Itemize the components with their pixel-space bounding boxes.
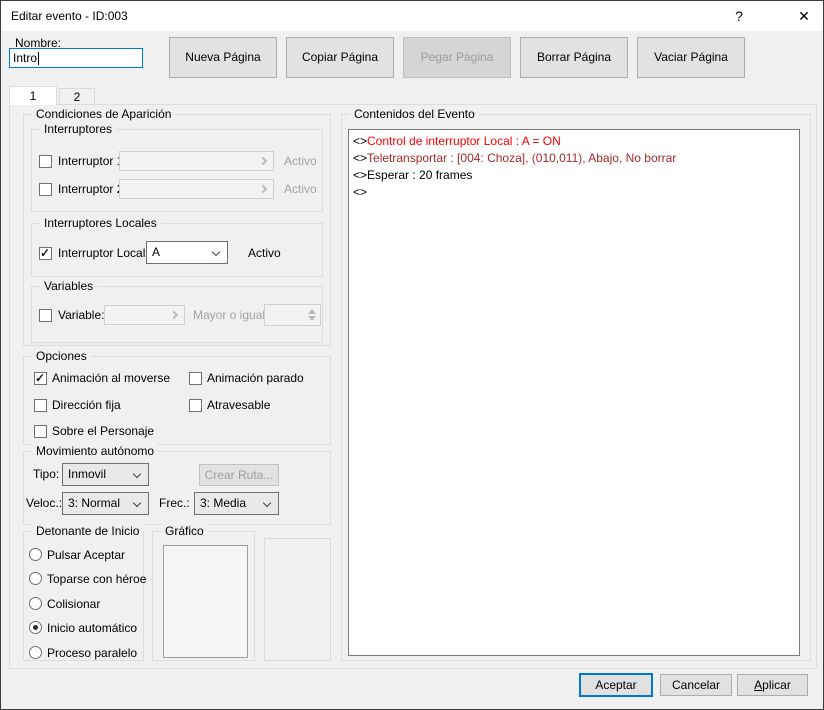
spinner-up-icon (308, 309, 316, 314)
event-command-line[interactable]: <>Control de interruptor Local : A = ON (353, 133, 795, 150)
chevron-right-icon (170, 311, 178, 319)
fixed-direction-label: Dirección fija (52, 398, 121, 412)
above-player-checkbox[interactable] (34, 425, 47, 438)
trigger-autorun-label: Inicio automático (47, 621, 137, 635)
graphic-group-title: Gráfico (161, 524, 208, 538)
above-player-label: Sobre el Personaje (52, 424, 154, 438)
conditions-group-title: Condiciones de Aparición (32, 107, 175, 121)
local-switch-label: Interruptor Local (58, 246, 145, 260)
trigger-player-touch-radio[interactable] (29, 572, 42, 585)
trigger-group-title: Detonante de Inicio (32, 524, 143, 538)
cancel-button[interactable]: Cancelar (660, 674, 732, 696)
switches-group-title: Interruptores (40, 122, 116, 136)
variable-condition-label: Mayor o igual (193, 308, 265, 322)
variable-value-spinner (264, 304, 321, 326)
local-switch-status: Activo (248, 246, 281, 260)
event-command-line[interactable]: <> (353, 184, 795, 201)
switch1-picker (119, 151, 274, 171)
switch1-label: Interruptor 1 (58, 154, 123, 168)
new-page-button[interactable]: Nueva Página (169, 37, 277, 78)
trigger-parallel-label: Proceso paralelo (47, 646, 137, 660)
trigger-event-touch-label: Colisionar (47, 597, 100, 611)
switch1-status: Activo (284, 154, 317, 168)
switch2-picker (119, 179, 274, 199)
switch2-label: Interruptor 2 (58, 182, 123, 196)
command-marker: <> (353, 151, 367, 165)
trigger-event-touch-radio[interactable] (29, 597, 42, 610)
movement-speed-label: Veloc.: (26, 496, 62, 510)
command-text: Teletransportar : [004: Choza], (010,011… (367, 151, 676, 165)
apply-accel: A (754, 678, 762, 692)
switch2-checkbox[interactable] (39, 183, 52, 196)
clear-page-button[interactable]: Vaciar Página (637, 37, 745, 78)
local-switch-checkbox[interactable] (39, 247, 52, 260)
graphic-preview[interactable] (163, 545, 248, 658)
local-switch-select[interactable]: A (146, 241, 228, 264)
trigger-action-radio[interactable] (29, 548, 42, 561)
apply-button[interactable]: Aplicar (737, 674, 808, 696)
stepping-anim-label: Animación parado (207, 371, 304, 385)
paste-page-button: Pegar Página (403, 37, 511, 78)
variable-checkbox[interactable] (39, 309, 52, 322)
switch1-checkbox[interactable] (39, 155, 52, 168)
fixed-direction-checkbox[interactable] (34, 399, 47, 412)
command-marker: <> (353, 185, 367, 199)
edit-event-dialog: Editar evento - ID:003 ? ✕ Nombre: Intro… (0, 0, 824, 710)
command-marker: <> (353, 134, 367, 148)
walking-anim-label: Animación al moverse (52, 371, 170, 385)
movement-type-label: Tipo: (33, 467, 59, 481)
movement-speed-select[interactable]: 3: Normal (62, 492, 149, 515)
chevron-right-icon (259, 157, 267, 165)
event-contents-group-title: Contenidos del Evento (350, 107, 479, 121)
stepping-anim-checkbox[interactable] (189, 372, 202, 385)
event-commands-list[interactable]: <>Control de interruptor Local : A = ON … (348, 129, 800, 656)
movement-type-select[interactable]: Inmovil (62, 463, 149, 486)
help-icon[interactable]: ? (723, 1, 755, 31)
create-route-button: Crear Ruta... (199, 464, 279, 486)
dialog-title: Editar evento - ID:003 (11, 9, 128, 23)
secondary-preview-box (264, 538, 331, 661)
variables-group-title: Variables (40, 279, 97, 293)
local-switches-group-title: Interruptores Locales (40, 216, 161, 230)
options-group-title: Opciones (32, 349, 91, 363)
walking-anim-checkbox[interactable] (34, 372, 47, 385)
event-command-line[interactable]: <>Teletransportar : [004: Choza], (010,0… (353, 150, 795, 167)
passable-label: Atravesable (207, 398, 270, 412)
close-icon[interactable]: ✕ (785, 1, 823, 31)
switch2-status: Activo (284, 182, 317, 196)
variable-label: Variable: (58, 308, 104, 322)
command-text: Control de interruptor Local : A = ON (367, 134, 561, 148)
command-text: Esperar : 20 frames (367, 168, 472, 182)
trigger-action-label: Pulsar Aceptar (47, 548, 125, 562)
trigger-player-touch-label: Toparse con héroe (47, 572, 146, 586)
name-value: Intro (13, 51, 37, 65)
movement-freq-select[interactable]: 3: Media (194, 492, 279, 515)
trigger-autorun-radio[interactable] (29, 621, 42, 634)
copy-page-button[interactable]: Copiar Página (286, 37, 394, 78)
passable-checkbox[interactable] (189, 399, 202, 412)
apply-rest: plicar (762, 678, 791, 692)
title-bar: Editar evento - ID:003 ? ✕ (1, 1, 823, 31)
name-input[interactable]: Intro (9, 48, 143, 68)
movement-group-title: Movimiento autónomo (32, 444, 158, 458)
tab-page-2[interactable]: 2 (59, 88, 95, 104)
tab-page-1[interactable]: 1 (9, 86, 57, 105)
text-caret (38, 52, 39, 65)
variable-picker (104, 305, 185, 325)
trigger-parallel-radio[interactable] (29, 646, 42, 659)
spinner-down-icon (308, 316, 316, 321)
delete-page-button[interactable]: Borrar Página (520, 37, 628, 78)
ok-button[interactable]: Aceptar (579, 673, 653, 697)
movement-freq-label: Frec.: (159, 496, 190, 510)
chevron-right-icon (259, 185, 267, 193)
command-marker: <> (353, 168, 367, 182)
event-command-line[interactable]: <>Esperar : 20 frames (353, 167, 795, 184)
